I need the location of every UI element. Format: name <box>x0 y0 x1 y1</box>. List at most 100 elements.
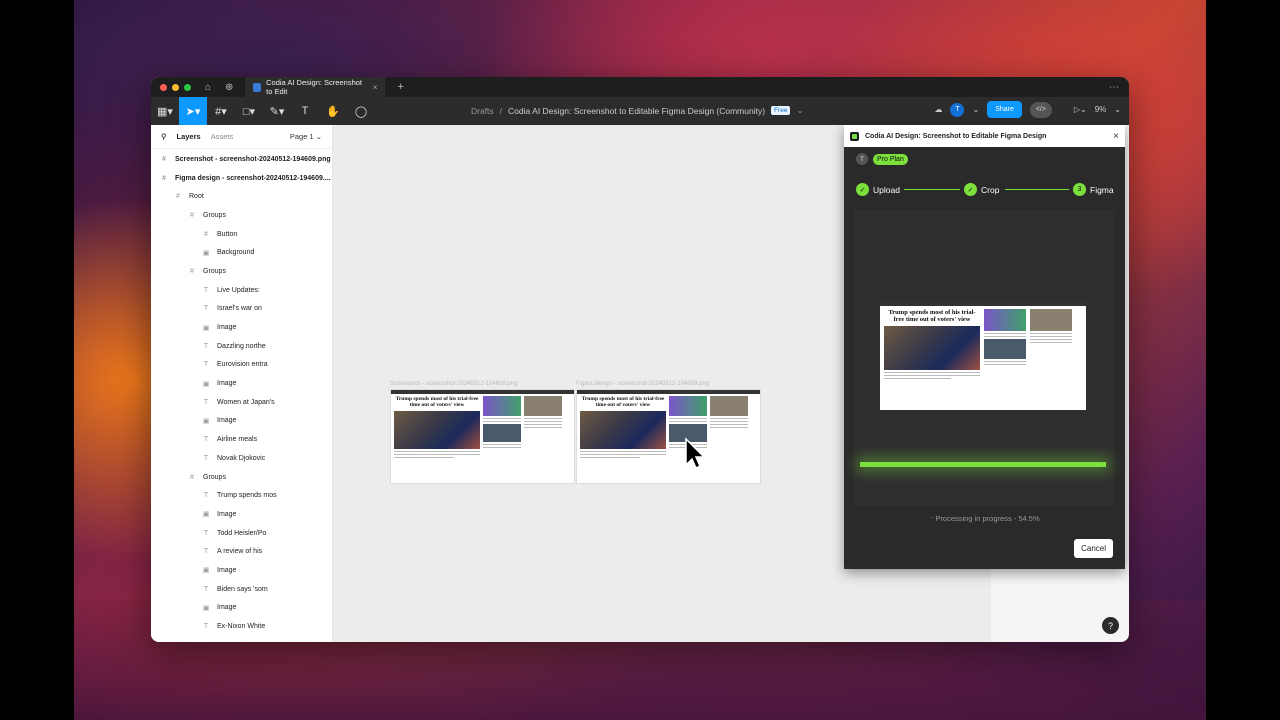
news-image <box>984 339 1026 359</box>
news-image <box>669 396 707 416</box>
layer-item[interactable]: # Figma design - screenshot-20240512-1946… <box>151 169 332 188</box>
layer-item[interactable]: T Airline meals <box>151 430 332 449</box>
avatar[interactable]: T <box>856 153 868 165</box>
close-tab-icon[interactable]: × <box>373 83 378 92</box>
text-layer-icon: T <box>203 398 209 406</box>
progress-bar <box>860 462 1106 467</box>
image-layer-icon: ▣ <box>202 324 210 332</box>
layer-item[interactable]: T Israel's war on <box>151 300 332 319</box>
codia-logo-icon <box>850 131 859 141</box>
figma-window: ⌂ ⊕ Codia AI Design: Screenshot to Edit … <box>151 77 1129 642</box>
plugin-header: Codia AI Design: Screenshot to Editable … <box>844 125 1125 147</box>
move-tool-icon[interactable]: ➤▾ <box>179 97 207 125</box>
avatar-chevron-icon[interactable]: ⌄ <box>972 105 979 114</box>
globe-icon[interactable]: ⊕ <box>225 82 233 93</box>
home-icon[interactable]: ⌂ <box>205 82 211 93</box>
plugin-user-row: T Pro Plan <box>844 147 1125 171</box>
layer-item[interactable]: T A review of his <box>151 542 332 561</box>
layer-item[interactable]: T Live Updates: <box>151 281 332 300</box>
file-tab[interactable]: Codia AI Design: Screenshot to Edit × <box>245 77 386 97</box>
screenshot-frame[interactable]: Trump spends most of his trial-free time… <box>390 389 575 484</box>
news-photo <box>580 411 666 449</box>
layer-item[interactable]: T Eurovision entra <box>151 356 332 375</box>
layer-item[interactable]: ▣ Image <box>151 561 332 580</box>
text-layer-icon: T <box>203 454 209 462</box>
layer-item[interactable]: # Groups <box>151 206 332 225</box>
plan-badge: Pro Plan <box>873 153 908 165</box>
shape-tool-icon[interactable]: □▾ <box>235 97 263 125</box>
layer-item[interactable]: T Trump spends mos <box>151 486 332 505</box>
layer-item[interactable]: T Novak Djokovic <box>151 449 332 468</box>
comment-tool-icon[interactable]: ◯ <box>347 97 375 125</box>
tab-layers[interactable]: Layers <box>177 132 201 141</box>
layer-item[interactable]: ▣ Image <box>151 318 332 337</box>
share-button[interactable]: Share <box>987 101 1022 118</box>
layer-label: Todd Heisler/Po <box>217 529 267 537</box>
layer-item[interactable]: ▣ Image <box>151 599 332 618</box>
layer-label: Image <box>217 380 237 388</box>
frame-tool-icon[interactable]: #▾ <box>207 97 235 125</box>
text-tool-icon[interactable]: T <box>291 97 319 125</box>
tab-assets[interactable]: Assets <box>211 132 234 141</box>
news-image <box>1030 309 1072 331</box>
layer-item[interactable]: T Dazzling northe <box>151 337 332 356</box>
text-layer-icon: T <box>203 585 209 593</box>
layer-item[interactable]: ▣ Image <box>151 412 332 431</box>
layer-item[interactable]: T Biden says 'som <box>151 580 332 599</box>
layer-item[interactable]: T Women at Japan's <box>151 393 332 412</box>
new-tab-icon[interactable]: + <box>397 81 403 93</box>
close-window-button[interactable] <box>160 83 167 91</box>
figma-design-frame[interactable]: Trump spends most of his trial-free time… <box>576 389 761 484</box>
breadcrumb-drafts[interactable]: Drafts <box>471 106 494 116</box>
step-crop: ✓ Crop <box>964 183 999 196</box>
layer-item[interactable]: # Screenshot - screenshot-20240512-194609… <box>151 150 332 169</box>
dev-mode-toggle-icon[interactable]: </> <box>1029 101 1052 118</box>
more-icon[interactable]: ⋯ <box>1109 82 1119 93</box>
toolbar: ▦▾ ➤▾ #▾ □▾ ✎▾ T ✋ ◯ Drafts / Codia AI D… <box>151 97 1129 125</box>
avatar[interactable]: T <box>950 102 965 117</box>
layer-item[interactable]: T Todd Heisler/Po <box>151 524 332 543</box>
layer-label: Groups <box>203 211 226 219</box>
layer-item[interactable]: ▣ Image <box>151 374 332 393</box>
layer-item[interactable]: # Groups <box>151 468 332 487</box>
zoom-level[interactable]: 9% <box>1095 105 1107 114</box>
text-layer-icon: T <box>203 305 209 313</box>
text-layer-icon: T <box>203 436 209 444</box>
text-layer-icon: T <box>203 342 209 350</box>
pen-tool-icon[interactable]: ✎▾ <box>263 97 291 125</box>
hand-tool-icon[interactable]: ✋ <box>319 97 347 125</box>
layer-item[interactable]: # Groups <box>151 262 332 281</box>
layer-label: Novak Djokovic <box>217 454 266 462</box>
zoom-chevron-icon[interactable]: ⌄ <box>1114 105 1121 114</box>
layer-item[interactable]: ▣ Background <box>151 243 332 262</box>
main-menu-icon[interactable]: ▦▾ <box>151 97 179 125</box>
layer-item[interactable]: ▣ Image <box>151 505 332 524</box>
layer-label: Eurovision entra <box>217 361 268 369</box>
file-name[interactable]: Codia AI Design: Screenshot to Editable … <box>508 106 765 116</box>
layer-item[interactable]: T Ex-Nixon White <box>151 617 332 636</box>
frame1-label[interactable]: Screenshot - screenshot-20240512-194609.… <box>390 381 517 387</box>
news-headline: Trump spends most of his trial-free time… <box>581 396 665 408</box>
mouse-cursor-icon <box>685 437 706 470</box>
layer-label: Airline meals <box>217 436 258 444</box>
maximize-window-button[interactable] <box>184 83 191 91</box>
preview-thumbnail: Trump spends most of his trial-free time… <box>880 302 1086 410</box>
chevron-down-icon[interactable]: ⌄ <box>796 105 803 116</box>
search-icon[interactable]: ⚲ <box>161 132 167 141</box>
frame2-label[interactable]: Figma design - screenshot-20240512-19460… <box>576 381 709 387</box>
present-icon[interactable]: ▷⌄ <box>1074 105 1087 114</box>
text-layer-icon: T <box>203 286 209 294</box>
cancel-button[interactable]: Cancel <box>1074 539 1113 558</box>
layer-item[interactable]: # Button <box>151 225 332 244</box>
page-selector[interactable]: Page 1 ⌄ <box>290 132 322 141</box>
text-layer-icon: T <box>203 623 209 631</box>
layer-label: Figma design - screenshot-20240512-19460… <box>175 174 331 182</box>
close-icon[interactable]: × <box>1113 131 1119 142</box>
progress-steps: ✓ Upload ✓ Crop 3 Figma <box>844 171 1125 211</box>
layer-item[interactable]: # Root <box>151 187 332 206</box>
step-connector <box>1005 189 1069 190</box>
news-photo <box>394 411 480 449</box>
layer-label: Israel's war on <box>217 305 262 313</box>
minimize-window-button[interactable] <box>172 83 179 91</box>
help-button[interactable]: ? <box>1102 617 1119 634</box>
